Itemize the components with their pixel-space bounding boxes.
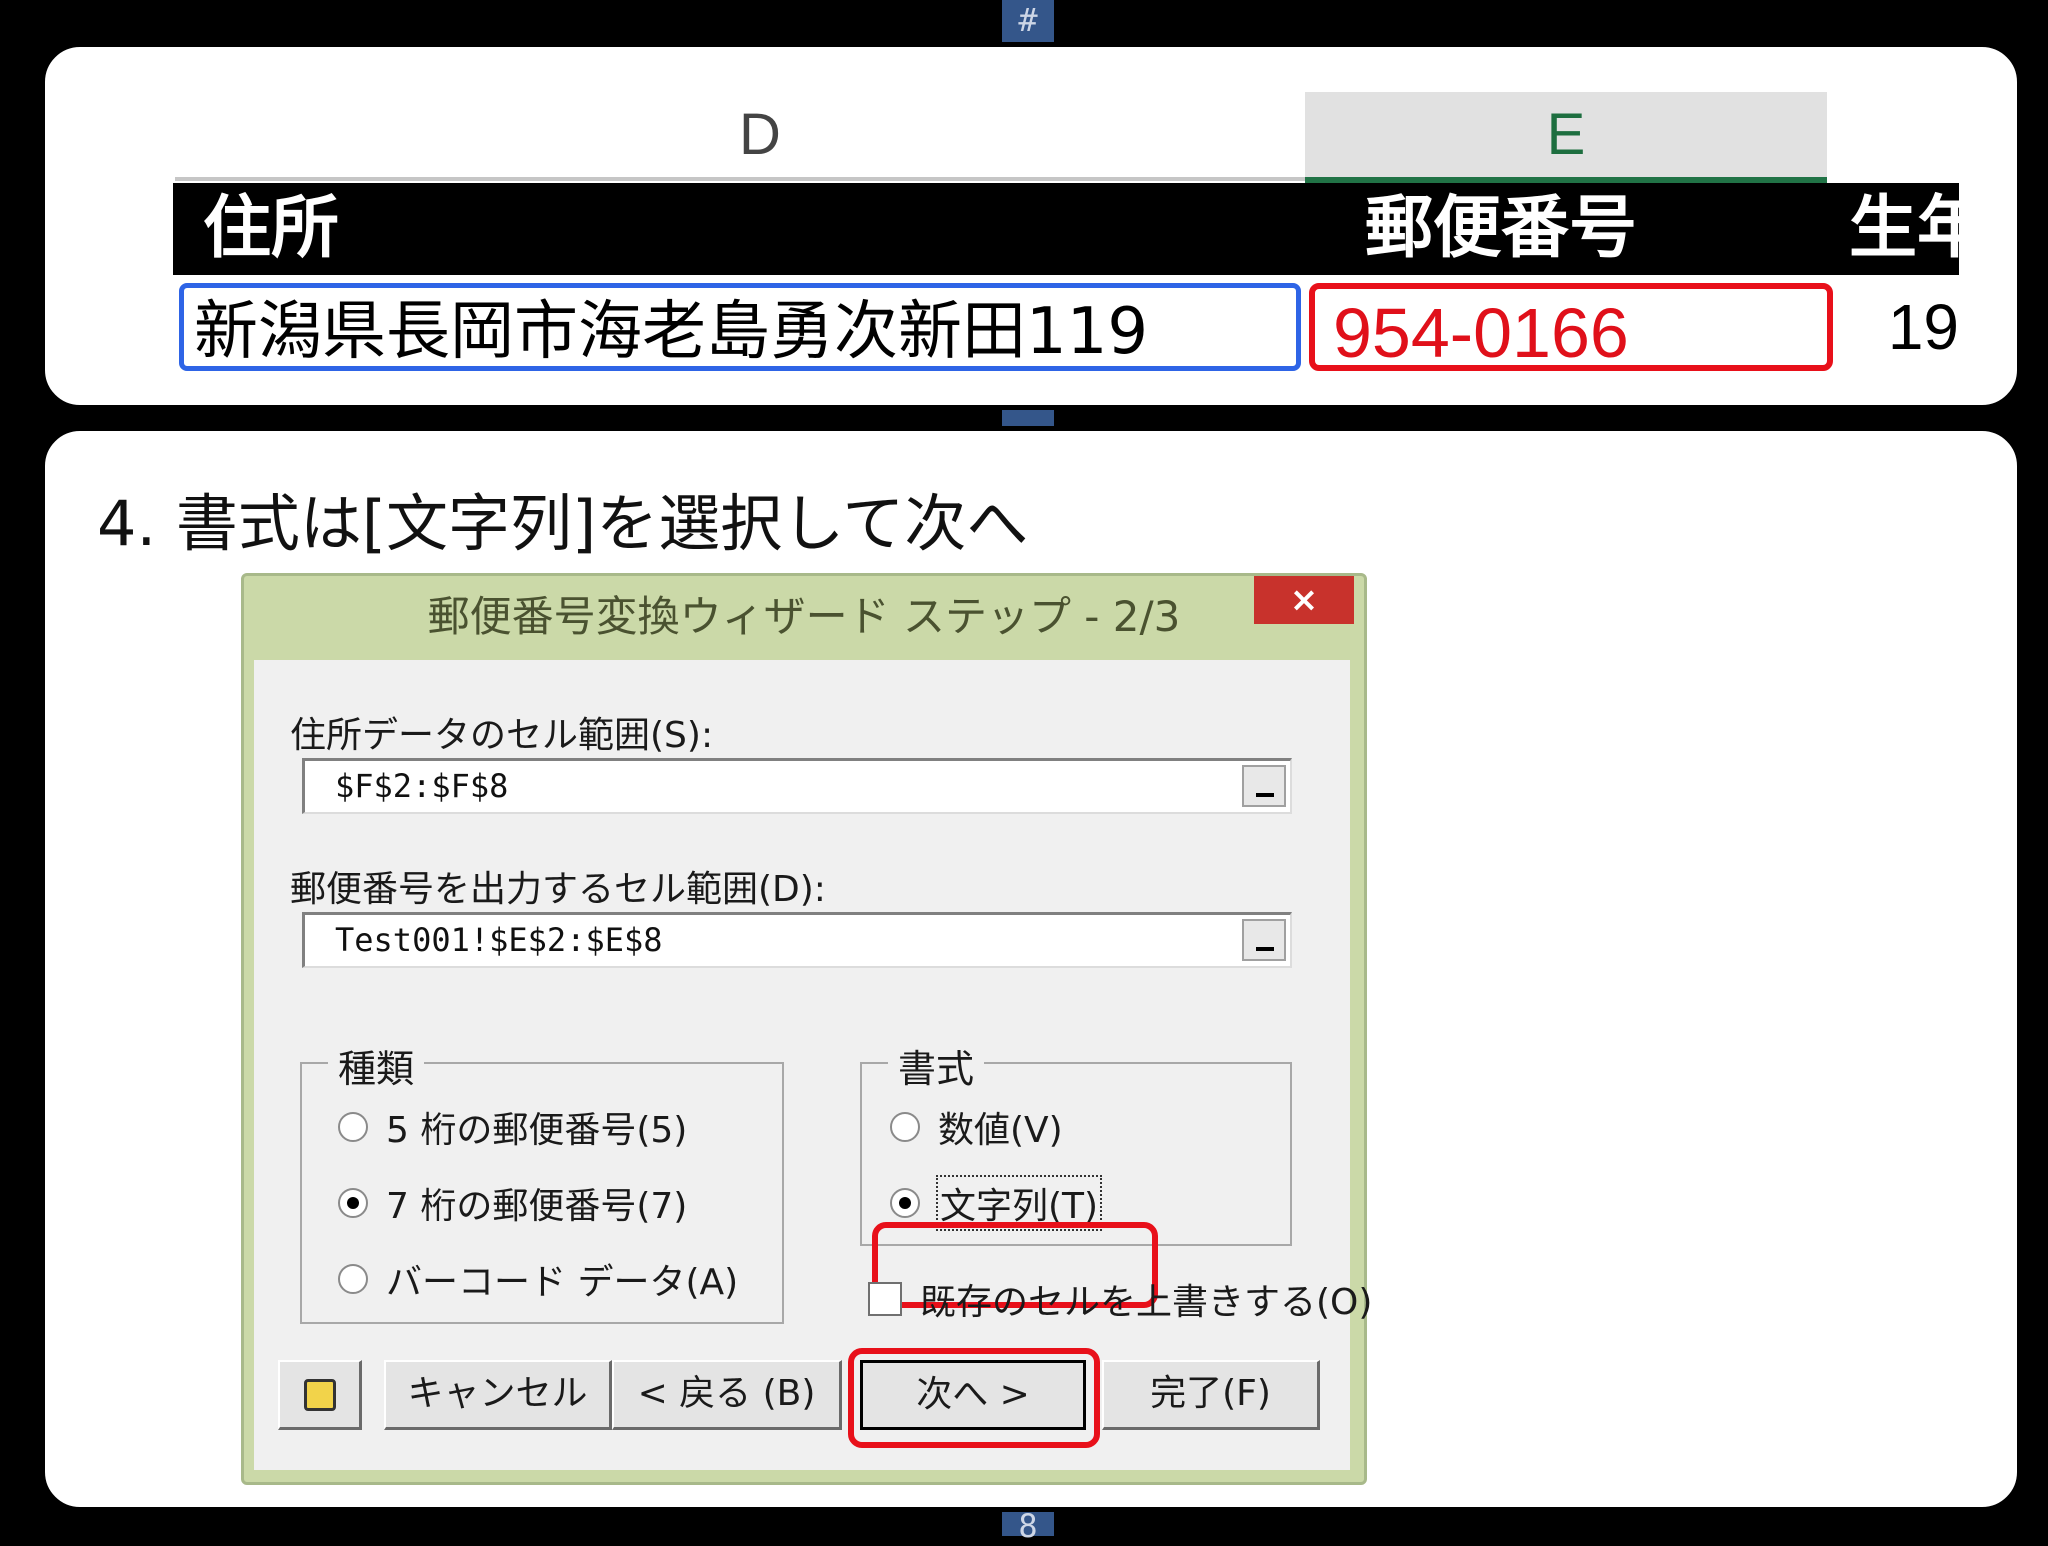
header-row: 住所 郵便番号 生年 bbox=[173, 183, 1959, 275]
column-header-e[interactable]: E bbox=[1305, 92, 1827, 183]
help-button[interactable] bbox=[278, 1360, 362, 1430]
radio-5-digit-label: 5 桁の郵便番号(5) bbox=[386, 1110, 688, 1151]
background-strip-middle bbox=[1002, 410, 1054, 426]
cell-address[interactable]: 新潟県長岡市海老島勇次新田119 bbox=[179, 283, 1301, 371]
help-icon bbox=[303, 1379, 336, 1411]
overwrite-checkbox-label: 既存のセルを上書きする(O) bbox=[920, 1282, 1373, 1323]
dialog-title: 郵便番号変換ウィザード ステップ - 2/3 bbox=[427, 592, 1181, 641]
header-cell-birth[interactable]: 生年 bbox=[1849, 183, 1959, 275]
radio-7-digit[interactable]: 7 桁の郵便番号(7) bbox=[338, 1178, 687, 1228]
type-group-title: 種類 bbox=[328, 1038, 425, 1093]
radio-barcode-label: バーコード データ(A) bbox=[386, 1262, 739, 1303]
radio-number-circle[interactable] bbox=[890, 1112, 920, 1142]
header-cell-address[interactable]: 住所 bbox=[203, 183, 1303, 275]
output-range-label: 郵便番号を出力するセル範囲(D): bbox=[290, 869, 826, 910]
highlight-next-button bbox=[848, 1348, 1100, 1448]
header-cell-zip[interactable]: 郵便番号 bbox=[1365, 183, 1785, 275]
format-group: 書式 数値(V) 文字列(T) bbox=[860, 1038, 1292, 1246]
cell-zip-highlighted[interactable]: 954-0166 bbox=[1309, 283, 1833, 371]
radio-5-digit-circle[interactable] bbox=[338, 1112, 368, 1142]
address-range-value: $F$2:$F$8 bbox=[335, 767, 509, 805]
output-range-collapse-button[interactable] bbox=[1242, 919, 1286, 961]
radio-text-circle-selected[interactable] bbox=[890, 1188, 920, 1218]
address-range-input[interactable]: $F$2:$F$8 bbox=[302, 758, 1292, 814]
close-button[interactable]: × bbox=[1254, 576, 1354, 624]
background-strip-top: # bbox=[1002, 0, 1054, 42]
overwrite-checkbox-box[interactable] bbox=[868, 1282, 902, 1316]
cell-birth-year[interactable]: 19 bbox=[1835, 283, 1959, 371]
instruction-panel: 4. 書式は[文字列]を選択して次へ 郵便番号変換ウィザード ステップ - 2/… bbox=[40, 426, 2022, 1512]
zip-wizard-dialog: 郵便番号変換ウィザード ステップ - 2/3 × 住所データのセル範囲(S): … bbox=[241, 573, 1372, 1485]
format-group-title: 書式 bbox=[888, 1038, 985, 1093]
radio-barcode[interactable]: バーコード データ(A) bbox=[338, 1254, 738, 1304]
radio-5-digit[interactable]: 5 桁の郵便番号(5) bbox=[338, 1102, 687, 1152]
column-header-d[interactable]: D bbox=[175, 92, 1345, 181]
dialog-body: 住所データのセル範囲(S): $F$2:$F$8 郵便番号を出力するセル範囲(D… bbox=[254, 660, 1372, 1470]
radio-text[interactable]: 文字列(T) bbox=[890, 1175, 1103, 1231]
finish-button[interactable]: 完了(F) bbox=[1102, 1360, 1320, 1430]
type-group: 種類 5 桁の郵便番号(5) 7 桁の郵便番号(7) バーコード データ(A) bbox=[300, 1038, 784, 1324]
radio-7-digit-label: 7 桁の郵便番号(7) bbox=[386, 1186, 688, 1227]
radio-number[interactable]: 数値(V) bbox=[890, 1102, 1063, 1152]
radio-7-digit-circle-selected[interactable] bbox=[338, 1188, 368, 1218]
output-range-value: Test001!$E$2:$E$8 bbox=[335, 921, 663, 959]
radio-number-label: 数値(V) bbox=[938, 1110, 1063, 1151]
address-range-collapse-button[interactable] bbox=[1242, 765, 1286, 807]
address-range-label: 住所データのセル範囲(S): bbox=[290, 715, 714, 756]
cancel-button[interactable]: キャンセル bbox=[384, 1360, 612, 1430]
overwrite-checkbox[interactable]: 既存のセルを上書きする(O) bbox=[868, 1274, 1372, 1324]
output-range-input[interactable]: Test001!$E$2:$E$8 bbox=[302, 912, 1292, 968]
spreadsheet-panel: D E 住所 郵便番号 生年 新潟県長岡市海老島勇次新田119 954-0166… bbox=[40, 42, 2022, 410]
radio-barcode-circle[interactable] bbox=[338, 1264, 368, 1294]
back-button[interactable]: < 戻る (B) bbox=[612, 1360, 842, 1430]
instruction-text: 4. 書式は[文字列]を選択して次へ bbox=[97, 487, 1029, 560]
